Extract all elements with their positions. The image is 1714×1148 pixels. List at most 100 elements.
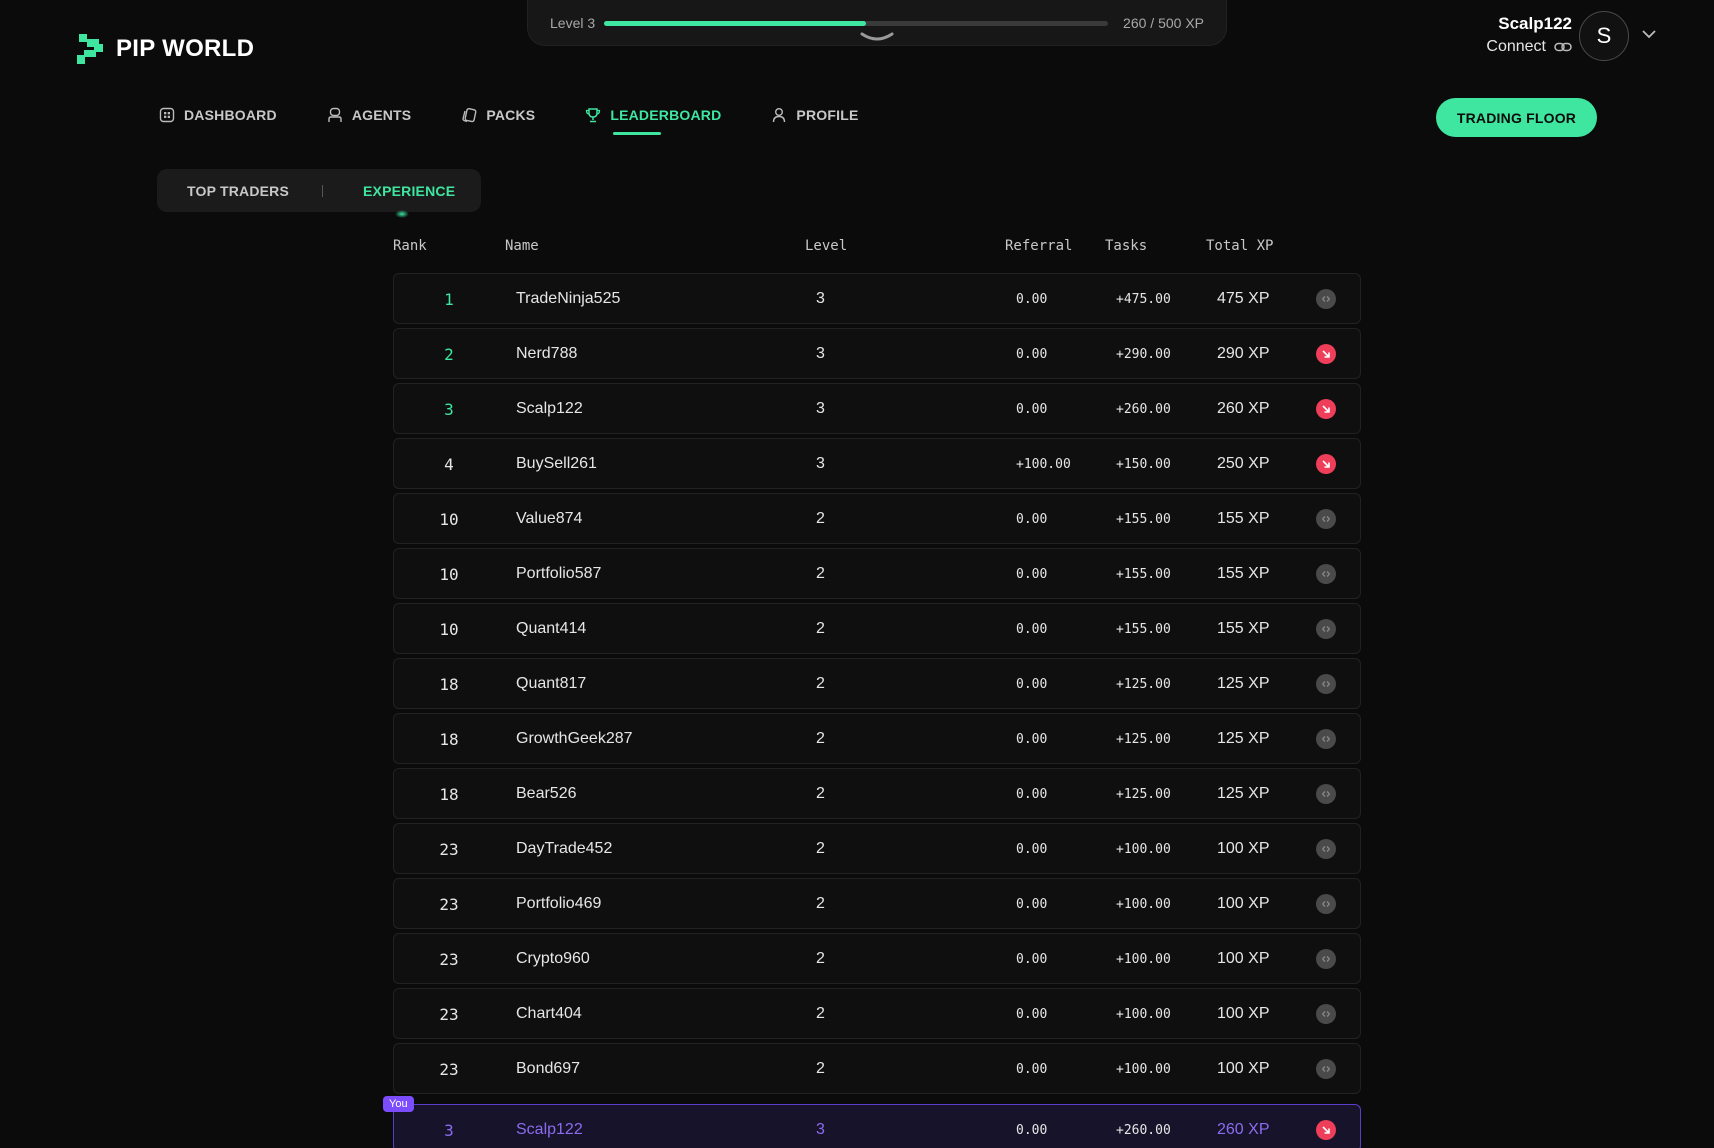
nav-item-leaderboard[interactable]: LEADERBOARD	[585, 107, 722, 135]
tab-top-traders[interactable]: TOP TRADERS	[187, 183, 289, 199]
table-row[interactable]: 23 Chart404 2 0.00 +100.00 100 XP	[393, 988, 1361, 1039]
table-row[interactable]: 18 Bear526 2 0.00 +125.00 125 XP	[393, 768, 1361, 819]
name: Chart404	[516, 1005, 582, 1022]
table-row[interactable]: 23 Portfolio469 2 0.00 +100.00 100 XP	[393, 878, 1361, 929]
table-row[interactable]: 23 DayTrade452 2 0.00 +100.00 100 XP	[393, 823, 1361, 874]
header-name: Name	[505, 238, 539, 254]
table-row[interactable]: 23 Crypto960 2 0.00 +100.00 100 XP	[393, 933, 1361, 984]
referral: 0.00	[1016, 622, 1048, 637]
total-xp: 125 XP	[1217, 675, 1270, 692]
connect-link[interactable]: Connect	[1486, 38, 1572, 56]
table-row[interactable]: 18 Quant817 2 0.00 +125.00 125 XP	[393, 658, 1361, 709]
trend-down-icon	[1316, 1120, 1336, 1140]
tasks: +100.00	[1116, 842, 1171, 857]
trend-neutral-icon	[1316, 894, 1336, 914]
header-total-xp: Total XP	[1206, 238, 1274, 254]
tasks: +155.00	[1116, 567, 1171, 582]
total-xp: 260 XP	[1217, 1121, 1270, 1138]
rank: 18	[439, 675, 459, 694]
total-xp: 155 XP	[1217, 565, 1270, 582]
avatar[interactable]: S	[1579, 11, 1629, 61]
table-row[interactable]: 23 Bond697 2 0.00 +100.00 100 XP	[393, 1043, 1361, 1094]
total-xp: 100 XP	[1217, 840, 1270, 857]
name: Scalp122	[516, 1121, 583, 1138]
level: 2	[816, 620, 825, 637]
trend-neutral-icon	[1316, 619, 1336, 639]
user-info[interactable]: Scalp122 Connect	[1486, 14, 1572, 56]
referral: 0.00	[1016, 787, 1048, 802]
name: TradeNinja525	[516, 290, 621, 307]
trend-down-icon	[1316, 399, 1336, 419]
table-row[interactable]: 1 TradeNinja525 3 0.00 +475.00 475 XP	[393, 273, 1361, 324]
tasks: +155.00	[1116, 622, 1171, 637]
table-row[interactable]: 18 GrowthGeek287 2 0.00 +125.00 125 XP	[393, 713, 1361, 764]
tasks: +100.00	[1116, 1007, 1171, 1022]
chevron-down-icon[interactable]	[860, 32, 894, 42]
level: 3	[816, 400, 825, 417]
connect-label: Connect	[1486, 38, 1546, 55]
trend-neutral-icon	[1316, 674, 1336, 694]
current-user-row[interactable]: 3 Scalp122 3 0.00 +260.00 260 XP	[393, 1104, 1361, 1148]
rank: 18	[439, 785, 459, 804]
leaderboard-tabs: TOP TRADERS EXPERIENCE	[157, 169, 481, 218]
tab-divider	[322, 185, 323, 197]
nav-item-agents[interactable]: AGENTS	[327, 107, 412, 123]
xp-level-label: Level 3	[550, 15, 596, 31]
agents-icon	[328, 107, 342, 122]
nav-label: AGENTS	[351, 107, 412, 123]
level: 3	[816, 345, 825, 362]
nav-item-dashboard[interactable]: DASHBOARD	[159, 107, 277, 123]
level: 2	[816, 895, 825, 912]
active-tab-indicator	[395, 210, 409, 218]
referral: 0.00	[1016, 897, 1048, 912]
rank: 4	[444, 455, 454, 474]
referral: 0.00	[1016, 292, 1048, 307]
name: Portfolio469	[516, 895, 602, 912]
table-row[interactable]: 2 Nerd788 3 0.00 +290.00 290 XP	[393, 328, 1361, 379]
xp-fill	[604, 21, 867, 26]
level: 2	[816, 565, 825, 582]
total-xp: 100 XP	[1217, 895, 1270, 912]
user-icon	[773, 108, 786, 123]
trading-floor-button[interactable]: TRADING FLOOR	[1436, 98, 1597, 137]
referral: 0.00	[1016, 567, 1048, 582]
tasks: +100.00	[1116, 952, 1171, 967]
name: Quant817	[516, 675, 587, 692]
tasks: +125.00	[1116, 732, 1171, 747]
header-referral: Referral	[1005, 238, 1073, 254]
total-xp: 260 XP	[1217, 400, 1270, 417]
logo[interactable]: PIP WORLD	[76, 32, 254, 66]
trend-neutral-icon	[1316, 564, 1336, 584]
table-row[interactable]: 3 Scalp122 3 0.00 +260.00 260 XP	[393, 383, 1361, 434]
name: Quant414	[516, 620, 587, 637]
leaderboard-table: 1 TradeNinja525 3 0.00 +475.00 475 XP 2 Nerd788…	[393, 273, 1361, 1098]
trend-neutral-icon	[1316, 839, 1336, 859]
referral: 0.00	[1016, 952, 1048, 967]
chevron-down-icon[interactable]	[1641, 28, 1657, 40]
name: Scalp122	[516, 400, 583, 417]
username: Scalp122	[1498, 14, 1572, 33]
nav-label: DASHBOARD	[184, 107, 277, 123]
level: 2	[816, 1060, 825, 1077]
rank: 23	[439, 895, 459, 914]
link-icon	[1554, 42, 1572, 52]
table-row[interactable]: 10 Portfolio587 2 0.00 +155.00 155 XP	[393, 548, 1361, 599]
level: 3	[816, 455, 825, 472]
name: GrowthGeek287	[516, 730, 633, 747]
tab-experience[interactable]: EXPERIENCE	[363, 183, 455, 199]
referral: 0.00	[1016, 1062, 1048, 1077]
nav-item-profile[interactable]: PROFILE	[771, 107, 858, 123]
table-header: Rank Name Level Referral Tasks Total XP	[393, 238, 1361, 258]
referral: +100.00	[1016, 457, 1071, 472]
table-row[interactable]: 10 Value874 2 0.00 +155.00 155 XP	[393, 493, 1361, 544]
tasks: +260.00	[1116, 1123, 1171, 1138]
referral: 0.00	[1016, 512, 1048, 527]
table-row[interactable]: 10 Quant414 2 0.00 +155.00 155 XP	[393, 603, 1361, 654]
name: DayTrade452	[516, 840, 613, 857]
level: 2	[816, 840, 825, 857]
tasks: +260.00	[1116, 402, 1171, 417]
nav-label: LEADERBOARD	[610, 107, 722, 123]
brand-name: PIP WORLD	[116, 35, 255, 62]
table-row[interactable]: 4 BuySell261 3 +100.00 +150.00 250 XP	[393, 438, 1361, 489]
nav-item-packs[interactable]: PACKS	[461, 107, 535, 123]
